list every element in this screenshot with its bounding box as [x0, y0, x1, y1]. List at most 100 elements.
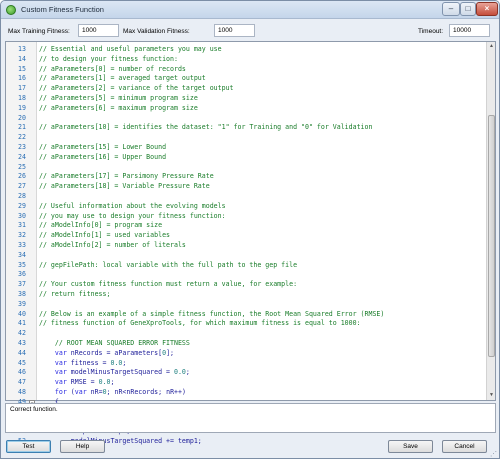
code-editor[interactable]: 13 // Essential and useful parameters you…	[5, 41, 496, 445]
code-token: // you may use to design your fitness fu…	[39, 211, 226, 220]
timeout-input[interactable]	[449, 24, 490, 37]
code-token: nR=	[90, 388, 103, 396]
code-line[interactable]: 22	[6, 133, 486, 143]
line-number: 40	[18, 309, 26, 318]
code-token: // aParameters[15] = Lower Bound	[39, 143, 167, 151]
code-token: // aModelInfo[0] = program size	[39, 221, 163, 230]
line-number: 26	[18, 172, 26, 181]
code-line[interactable]: 48 for (var nR=0; nR<nRecords; nR++)	[6, 388, 486, 398]
code-line[interactable]: 29 // Useful information about the evolvi…	[6, 202, 486, 212]
code-token: 0.0	[173, 368, 186, 377]
code-text: // aParameters[1] = averaged target outp…	[39, 74, 206, 84]
code-text: // aModelInfo[0] = program size	[39, 221, 162, 231]
code-line[interactable]: 34	[6, 251, 486, 261]
code-line[interactable]: 46 var modelMinusTargetSquared = 0.0;	[6, 368, 486, 378]
code-line[interactable]: 13 // Essential and useful parameters you…	[6, 45, 486, 55]
code-line[interactable]: 33 // aModelInfo[2] = number of literals	[6, 241, 486, 251]
code-text: // Essential and useful parameters you m…	[39, 45, 222, 55]
code-text: // gepFilePath: local variable with the …	[39, 261, 297, 271]
code-line[interactable]: 30 // you may use to design your fitness …	[6, 212, 486, 222]
line-number: 45	[18, 358, 26, 367]
code-text: // aModelInfo[2] = number of literals	[39, 241, 186, 251]
code-line[interactable]: 23 // aParameters[15] = Lower Bound	[6, 143, 486, 153]
code-text: // you may use to design your fitness fu…	[39, 212, 226, 222]
code-token: // ROOT MEAN SQUARED ERROR FITNESS	[39, 339, 190, 347]
scroll-down-arrow-icon[interactable]: ▼	[487, 391, 496, 400]
code-token: // Essential and useful parameters you m…	[39, 45, 222, 53]
code-line[interactable]: 35 // gepFilePath: local variable with th…	[6, 261, 486, 271]
code-line[interactable]: 38 // return fitness;	[6, 290, 486, 300]
maximize-button[interactable]: □	[460, 2, 476, 16]
line-number: 37	[18, 280, 26, 289]
save-button[interactable]: Save	[388, 440, 433, 453]
code-line[interactable]: 47 var RMSE = 0.0;	[6, 378, 486, 388]
code-text: // aParameters[18] = Variable Pressure R…	[39, 182, 210, 192]
code-token: // to design your fitness function:	[39, 54, 178, 63]
code-line[interactable]: 25	[6, 163, 486, 173]
line-number: 36	[18, 270, 26, 279]
line-number: 31	[18, 221, 26, 230]
minimize-button[interactable]: –	[442, 2, 460, 16]
code-token: // aParameters[17] = Parsimony Pressure …	[39, 172, 214, 181]
max-training-fitness-input[interactable]	[78, 24, 119, 37]
code-line[interactable]: 14 // to design your fitness function:	[6, 55, 486, 65]
code-token: for	[39, 388, 71, 396]
help-button[interactable]: Help	[60, 440, 105, 453]
code-token: // aParameters[5] = minimum program size	[39, 94, 198, 102]
code-line[interactable]: 37 // Your custom fitness function must r…	[6, 280, 486, 290]
title-bar[interactable]: Custom Fitness Function – □ ×	[1, 1, 499, 19]
code-text: // to design your fitness function:	[39, 55, 178, 65]
scroll-up-arrow-icon[interactable]: ▲	[487, 42, 496, 51]
code-text: // aParameters[2] = variance of the targ…	[39, 84, 234, 94]
code-line[interactable]: 27 // aParameters[18] = Variable Pressure…	[6, 182, 486, 192]
code-token: // gepFilePath: local variable with the …	[39, 260, 298, 269]
code-line[interactable]: 43 // ROOT MEAN SQUARED ERROR FITNESS	[6, 339, 486, 349]
code-text: var fitness = 0.0;	[39, 358, 127, 369]
code-line[interactable]: 44 var nRecords = aParameters[0];	[6, 349, 486, 359]
code-token: // aParameters[16] = Upper Bound	[39, 152, 167, 161]
line-number: 47	[18, 378, 26, 387]
line-number: 19	[18, 103, 26, 112]
max-validation-fitness-input[interactable]	[214, 24, 255, 37]
code-line[interactable]: 41 // fitness function of GeneXproTools, …	[6, 319, 486, 329]
cancel-button[interactable]: Cancel	[442, 440, 487, 453]
line-number: 14	[18, 54, 26, 63]
code-line[interactable]: 18 // aParameters[5] = minimum program si…	[6, 94, 486, 104]
code-line[interactable]: 20	[6, 114, 486, 124]
line-number: 23	[18, 143, 26, 151]
code-line[interactable]: 16 // aParameters[1] = averaged target ou…	[6, 74, 486, 84]
line-number: 16	[18, 74, 26, 83]
close-button[interactable]: ×	[476, 2, 498, 16]
code-line[interactable]: 26 // aParameters[17] = Parsimony Pressur…	[6, 172, 486, 182]
code-line[interactable]: 15 // aParameters[0] = number of records	[6, 65, 486, 75]
line-number: 13	[18, 45, 26, 53]
code-token: // aParameters[10] = identifies the data…	[39, 123, 373, 132]
scroll-thumb[interactable]	[488, 115, 495, 357]
code-line[interactable]: 45 var fitness = 0.0;	[6, 359, 486, 369]
line-number: 29	[18, 201, 26, 210]
line-number: 33	[18, 241, 26, 249]
code-line[interactable]: 42	[6, 329, 486, 339]
code-token: fitness =	[70, 358, 111, 367]
code-line[interactable]: 21 // aParameters[10] = identifies the da…	[6, 123, 486, 133]
code-line[interactable]: 39	[6, 300, 486, 310]
code-line[interactable]: 31 // aModelInfo[0] = program size	[6, 221, 486, 231]
code-token: // Useful information about the evolving…	[39, 201, 226, 210]
test-button[interactable]: Test	[6, 440, 51, 453]
code-line[interactable]: 40 // Below is an example of a simple fit…	[6, 310, 486, 320]
code-text: // aModelInfo[1] = used variables	[39, 231, 170, 241]
code-line[interactable]: 28	[6, 192, 486, 202]
code-line[interactable]: 24 // aParameters[16] = Upper Bound	[6, 153, 486, 163]
line-number: 18	[18, 94, 26, 102]
line-number: 15	[18, 64, 26, 73]
editor-scrollbar[interactable]: ▲ ▼	[486, 42, 495, 400]
code-text: var nRecords = aParameters[0];	[39, 349, 174, 359]
resize-grip-icon[interactable]: ⋰	[490, 450, 497, 458]
line-number: 41	[18, 319, 26, 328]
code-line[interactable]: 36	[6, 270, 486, 280]
code-line[interactable]: 19 // aParameters[6] = maximum program si…	[6, 104, 486, 114]
code-line[interactable]: 17 // aParameters[2] = variance of the ta…	[6, 84, 486, 94]
line-number: 46	[18, 368, 26, 377]
code-text: for (var nR=0; nR<nRecords; nR++)	[39, 388, 186, 398]
code-line[interactable]: 32 // aModelInfo[1] = used variables	[6, 231, 486, 241]
